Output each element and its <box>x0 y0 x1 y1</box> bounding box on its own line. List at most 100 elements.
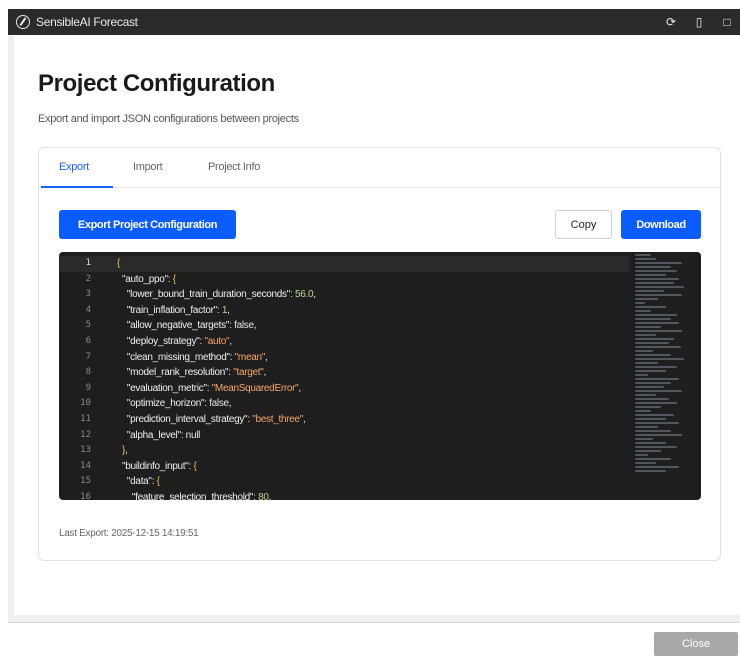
editor-minimap[interactable] <box>635 254 687 498</box>
minimap-line <box>635 446 677 448</box>
minimap-line <box>635 270 677 272</box>
minimap-line <box>635 362 659 364</box>
minimap-line <box>635 398 669 400</box>
minimap-line <box>635 278 680 280</box>
minimap-line <box>635 262 682 264</box>
code-line: { <box>117 258 121 269</box>
minimap-line <box>635 390 682 392</box>
minimap-line <box>635 302 646 304</box>
minimap-line <box>635 434 682 436</box>
code-line: "lower_bound_train_duration_seconds": 56… <box>126 289 316 301</box>
minimap-line <box>635 442 667 444</box>
config-card: Export Import Project Info Export Projec… <box>38 147 721 561</box>
minimap-line <box>635 338 674 340</box>
line-number: 16 <box>80 491 91 500</box>
line-number: 15 <box>80 476 91 487</box>
page-title: Project Configuration <box>38 70 275 97</box>
minimap-line <box>635 410 651 412</box>
line-number-gutter: 1 2 3 4 5 6 7 8 9 10 11 12 13 14 15 16 <box>59 256 103 500</box>
minimap-line <box>635 322 680 324</box>
minimap-line <box>635 330 682 332</box>
minimap-line <box>635 354 672 356</box>
code-line: "deploy_strategy": "auto", <box>126 335 232 347</box>
code-line: "data": { <box>126 476 160 488</box>
minimap-line <box>635 310 651 312</box>
menu-icon[interactable]: □ <box>720 15 734 29</box>
minimap-line <box>635 282 674 284</box>
notification-icon[interactable]: ▯ <box>692 15 706 29</box>
app-logo-icon <box>16 15 30 29</box>
code-line: "evaluation_metric": "MeanSquaredError", <box>126 382 301 394</box>
minimap-line <box>635 266 672 268</box>
line-number: 5 <box>85 320 91 331</box>
app-title: SensibleAI Forecast <box>36 15 138 29</box>
line-number: 8 <box>85 367 91 378</box>
line-number: 7 <box>85 351 91 362</box>
line-number: 13 <box>80 445 91 456</box>
code-line: "buildinfo_input": { <box>121 460 197 472</box>
page-subtitle: Export and import JSON configurations be… <box>38 113 299 125</box>
last-export-timestamp: Last Export: 2025-12-15 14:19:51 <box>59 528 199 539</box>
minimap-line <box>635 378 680 380</box>
line-number: 3 <box>85 289 91 300</box>
minimap-line <box>635 346 681 348</box>
line-number: 10 <box>80 398 91 409</box>
minimap-line <box>635 462 656 464</box>
minimap-line <box>635 422 680 424</box>
tab-project-info[interactable]: Project Info <box>208 161 260 173</box>
minimap-line <box>635 290 664 292</box>
code-content[interactable]: { "auto_ppo": { "lower_bound_train_durat… <box>117 256 316 500</box>
minimap-line <box>635 394 656 396</box>
minimap-line <box>635 358 685 360</box>
code-line: "prediction_interval_strategy": "best_th… <box>126 413 306 425</box>
minimap-line <box>635 374 648 376</box>
copy-button[interactable]: Copy <box>555 210 612 239</box>
line-number: 11 <box>80 413 91 424</box>
minimap-line <box>635 414 674 416</box>
minimap-line <box>635 450 661 452</box>
minimap-line <box>635 402 677 404</box>
tab-bar: Export Import Project Info <box>39 148 720 188</box>
download-button[interactable]: Download <box>621 210 701 239</box>
minimap-line <box>635 466 680 468</box>
minimap-line <box>635 294 682 296</box>
minimap-line <box>635 458 672 460</box>
minimap-line <box>635 314 677 316</box>
code-line: "model_rank_resolution": "target", <box>126 367 267 379</box>
code-line: "auto_ppo": { <box>121 273 176 285</box>
minimap-line <box>635 438 654 440</box>
minimap-line <box>635 326 661 328</box>
minimap-line <box>635 306 667 308</box>
minimap-line <box>635 334 656 336</box>
code-line: "train_inflation_factor": 1, <box>126 304 230 316</box>
line-number: 12 <box>80 429 91 440</box>
code-line: }, <box>121 445 128 457</box>
line-number: 9 <box>85 382 91 393</box>
minimap-line <box>635 454 648 456</box>
minimap-line <box>635 366 677 368</box>
code-line: "optimize_horizon": false, <box>126 398 232 410</box>
refresh-icon[interactable]: ⟳ <box>664 15 678 29</box>
tab-export[interactable]: Export <box>59 161 89 173</box>
minimap-line <box>635 470 667 472</box>
export-config-button[interactable]: Export Project Configuration <box>59 210 236 239</box>
minimap-line <box>635 430 672 432</box>
close-button[interactable]: Close <box>654 632 738 656</box>
line-number: 14 <box>80 460 91 471</box>
code-line: "alpha_level": null <box>126 429 201 441</box>
line-number: 2 <box>85 273 91 284</box>
minimap-line <box>635 406 661 408</box>
minimap-line <box>635 382 672 384</box>
minimap-line <box>635 318 672 320</box>
dialog-footer: Close <box>8 622 740 661</box>
minimap-line <box>635 342 669 344</box>
minimap-line <box>635 298 659 300</box>
minimap-line <box>635 350 654 352</box>
json-editor[interactable]: 1 2 3 4 5 6 7 8 9 10 11 12 13 14 15 16 { "auto_ppo": { … <box>59 252 701 500</box>
tab-import[interactable]: Import <box>133 161 163 173</box>
minimap-line <box>635 426 659 428</box>
minimap-line <box>635 254 651 256</box>
minimap-line <box>635 274 667 276</box>
code-line: "feature_selection_threshold": 80, <box>131 491 272 500</box>
code-line: "allow_negative_targets": false, <box>126 320 257 332</box>
